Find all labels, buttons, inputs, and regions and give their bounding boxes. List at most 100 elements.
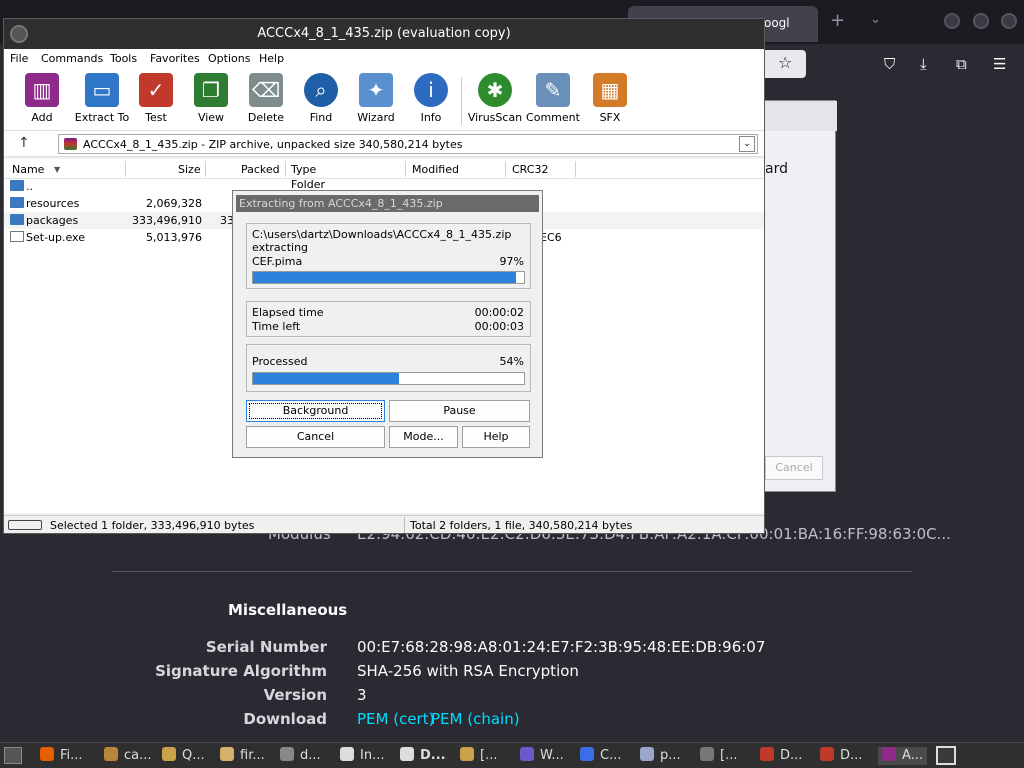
processed-label: Processed	[252, 355, 308, 368]
status-bar: Selected 1 folder, 333,496,910 bytes Tot…	[4, 515, 764, 533]
taskbar-item[interactable]: C...	[580, 747, 621, 765]
cert-value-signature: SHA-256 with RSA Encryption	[357, 662, 579, 680]
help-button[interactable]: Help	[462, 426, 530, 448]
taskbar-item[interactable]: D...	[820, 747, 862, 765]
download-icon[interactable]: ⤓	[920, 55, 927, 73]
taskbar-item[interactable]: D...	[400, 747, 446, 765]
extraction-dialog-title[interactable]: Extracting from ACCCx4_8_1_435.zip	[236, 195, 539, 212]
background-dialog-cancel-button[interactable]: Cancel	[765, 456, 823, 480]
taskbar-item[interactable]: [...	[700, 747, 737, 765]
taskbar-item[interactable]: ca...	[104, 747, 152, 765]
taskbar-item[interactable]: W...	[520, 747, 564, 765]
minimize-button[interactable]	[944, 13, 960, 29]
file-icon	[10, 231, 24, 242]
folder-icon	[220, 747, 234, 761]
magic-wand-icon: ✦	[359, 73, 393, 107]
bug-icon: ✱	[478, 73, 512, 107]
column-separator[interactable]	[125, 161, 126, 177]
cert-label-download: Download	[243, 710, 327, 728]
taskbar-item-active[interactable]: A...	[878, 747, 928, 765]
column-separator[interactable]	[405, 161, 406, 177]
column-separator[interactable]	[285, 161, 286, 177]
time-group: Elapsed time 00:00:02 Time left 00:00:03	[246, 301, 531, 337]
taskbar-item[interactable]: p...	[640, 747, 681, 765]
mode-button[interactable]: Mode...	[389, 426, 458, 448]
books-icon: ▥	[25, 73, 59, 107]
column-packed[interactable]: Packed	[241, 163, 280, 176]
cancel-button[interactable]: Cancel	[246, 426, 385, 448]
app-icon	[400, 747, 414, 761]
menu-tools[interactable]: Tools	[110, 52, 137, 65]
cert-label-version: Version	[263, 686, 327, 704]
taskbar-item[interactable]: fir...	[220, 747, 265, 765]
app-icon	[700, 747, 714, 761]
sfx-button[interactable]: ▦ SFX	[582, 73, 638, 129]
tab-list-button[interactable]: ⌄	[870, 12, 881, 27]
archive-path: C:\users\dartz\Downloads\ACCCx4_8_1_435.…	[252, 228, 512, 241]
column-modified[interactable]: Modified	[412, 163, 459, 176]
menu-help[interactable]: Help	[259, 52, 284, 65]
extensions-icon[interactable]: ⧉	[956, 55, 967, 73]
bookmark-star-icon[interactable]: ☆	[778, 53, 792, 72]
processed-progress-bar	[252, 372, 525, 385]
comment-button[interactable]: ✎ Comment	[525, 73, 581, 129]
drive-key-icon[interactable]	[8, 520, 42, 530]
menu-options[interactable]: Options	[208, 52, 250, 65]
view-button[interactable]: ❐ View	[183, 73, 239, 129]
column-name[interactable]: Name	[12, 163, 44, 176]
taskbar-item[interactable]: d...	[280, 747, 321, 765]
address-field[interactable]: ACCCx4_8_1_435.zip - ZIP archive, unpack…	[58, 134, 758, 154]
show-desktop-icon[interactable]	[4, 747, 22, 764]
extract-to-button[interactable]: ▭ Extract To	[70, 73, 134, 129]
sort-down-icon: ▼	[54, 165, 61, 174]
file-progress-bar	[252, 271, 525, 284]
terminal-icon	[280, 747, 294, 761]
column-size[interactable]: Size	[178, 163, 201, 176]
cert-separator	[112, 571, 912, 572]
wizard-button[interactable]: ✦ Wizard	[348, 73, 404, 129]
archive-icon	[64, 138, 77, 150]
current-file-group: C:\users\dartz\Downloads\ACCCx4_8_1_435.…	[246, 223, 531, 289]
taskbar-item[interactable]: [...	[460, 747, 497, 765]
download-pem-chain-link[interactable]: PEM (chain)	[431, 710, 520, 728]
new-tab-button[interactable]: +	[830, 10, 845, 31]
folder-icon	[10, 214, 24, 225]
chevron-down-icon[interactable]: ⌄	[739, 136, 755, 152]
pocket-icon[interactable]: ⛉	[884, 55, 895, 73]
gift-box-icon: ▦	[593, 73, 627, 107]
maximize-button[interactable]	[973, 13, 989, 29]
winrar-titlebar[interactable]: ACCCx4_8_1_435.zip (evaluation copy)	[4, 19, 764, 49]
info-icon: i	[414, 73, 448, 107]
close-button[interactable]	[1001, 13, 1017, 29]
add-button[interactable]: ▥ Add	[14, 73, 70, 129]
app-icon	[162, 747, 176, 761]
column-separator[interactable]	[505, 161, 506, 177]
background-button[interactable]: Background	[246, 400, 385, 422]
taskbar-item[interactable]: In...	[340, 747, 384, 765]
virusscan-button[interactable]: ✱ VirusScan	[465, 73, 525, 129]
test-button[interactable]: ✓ Test	[128, 73, 184, 129]
up-arrow-icon[interactable]: ↑	[18, 135, 30, 151]
download-pem-cert-link[interactable]: PEM (cert)	[357, 710, 434, 728]
taskbar-item[interactable]: Fi...	[40, 747, 83, 765]
hamburger-menu-icon[interactable]: ☰	[993, 55, 1006, 73]
processed-group: Processed 54%	[246, 344, 531, 392]
pause-button[interactable]: Pause	[389, 400, 530, 422]
menu-favorites[interactable]: Favorites	[150, 52, 200, 65]
column-separator[interactable]	[205, 161, 206, 177]
column-type[interactable]: Type	[291, 163, 316, 176]
info-button[interactable]: i Info	[403, 73, 459, 129]
clipboard-check-icon: ✓	[139, 73, 173, 107]
background-dialog: ard Cancel	[764, 100, 837, 492]
window-switcher-icon[interactable]	[936, 746, 956, 765]
delete-button[interactable]: ⌫ Delete	[238, 73, 294, 129]
background-dialog-text: ard	[765, 161, 788, 177]
taskbar-item[interactable]: Q...	[162, 747, 205, 765]
column-crc32[interactable]: CRC32	[512, 163, 548, 176]
taskbar-item[interactable]: D...	[760, 747, 802, 765]
menu-file[interactable]: File	[10, 52, 28, 65]
find-button[interactable]: ⌕ Find	[293, 73, 349, 129]
background-dialog-header	[765, 101, 837, 131]
menu-commands[interactable]: Commands	[41, 52, 103, 65]
column-separator[interactable]	[575, 161, 576, 177]
